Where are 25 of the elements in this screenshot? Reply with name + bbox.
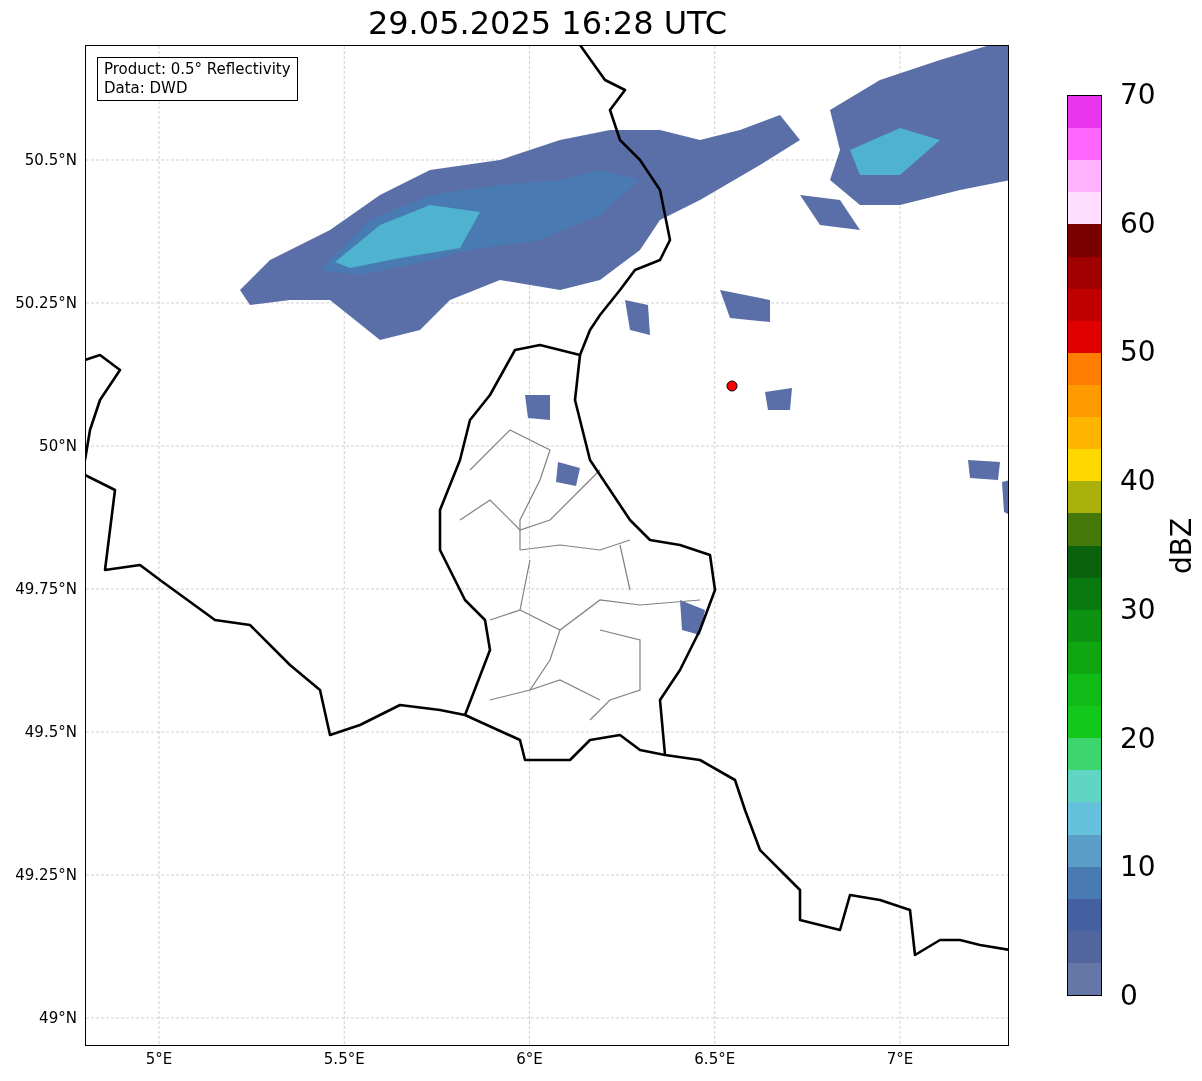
colorbar-tick-label: 30 [1120, 593, 1156, 626]
colorbar-tick-label: 40 [1120, 465, 1156, 498]
colorbar-tick-label: 50 [1120, 336, 1156, 369]
chart-title: 29.05.2025 16:28 UTC [367, 4, 728, 42]
y-tick-label: 50.5°N [24, 151, 77, 169]
colorbar-tick-label: 70 [1120, 79, 1156, 111]
y-tick-label: 50.25°N [15, 294, 77, 312]
colorbar-label: dBZ [1166, 517, 1198, 574]
colorbar-tick-label: 0 [1120, 980, 1138, 1012]
colorbar-tick-label: 20 [1120, 722, 1156, 755]
y-tick-label: 50°N [39, 437, 77, 455]
colorbar-tick-label: 10 [1120, 851, 1156, 884]
x-tick-label: 7°E [886, 1050, 914, 1068]
colorbar-tick-label: 60 [1120, 207, 1156, 240]
legend-text: Product: 0.5° Reflectivity [103, 60, 291, 79]
x-tick-label: 6.5°E [694, 1050, 736, 1068]
y-tick-label: 49.75°N [15, 580, 77, 598]
legend-text: Data: DWD [103, 79, 189, 98]
x-tick-label: 5°E [145, 1050, 173, 1068]
y-tick-label: 49°N [39, 1009, 77, 1027]
x-tick-label: 6°E [516, 1050, 543, 1068]
y-tick-label: 49.25°N [15, 866, 77, 884]
x-tick-label: 5.5°E [323, 1050, 365, 1068]
radar-site-icon [726, 380, 738, 392]
y-tick-label: 49.5°N [24, 723, 77, 741]
